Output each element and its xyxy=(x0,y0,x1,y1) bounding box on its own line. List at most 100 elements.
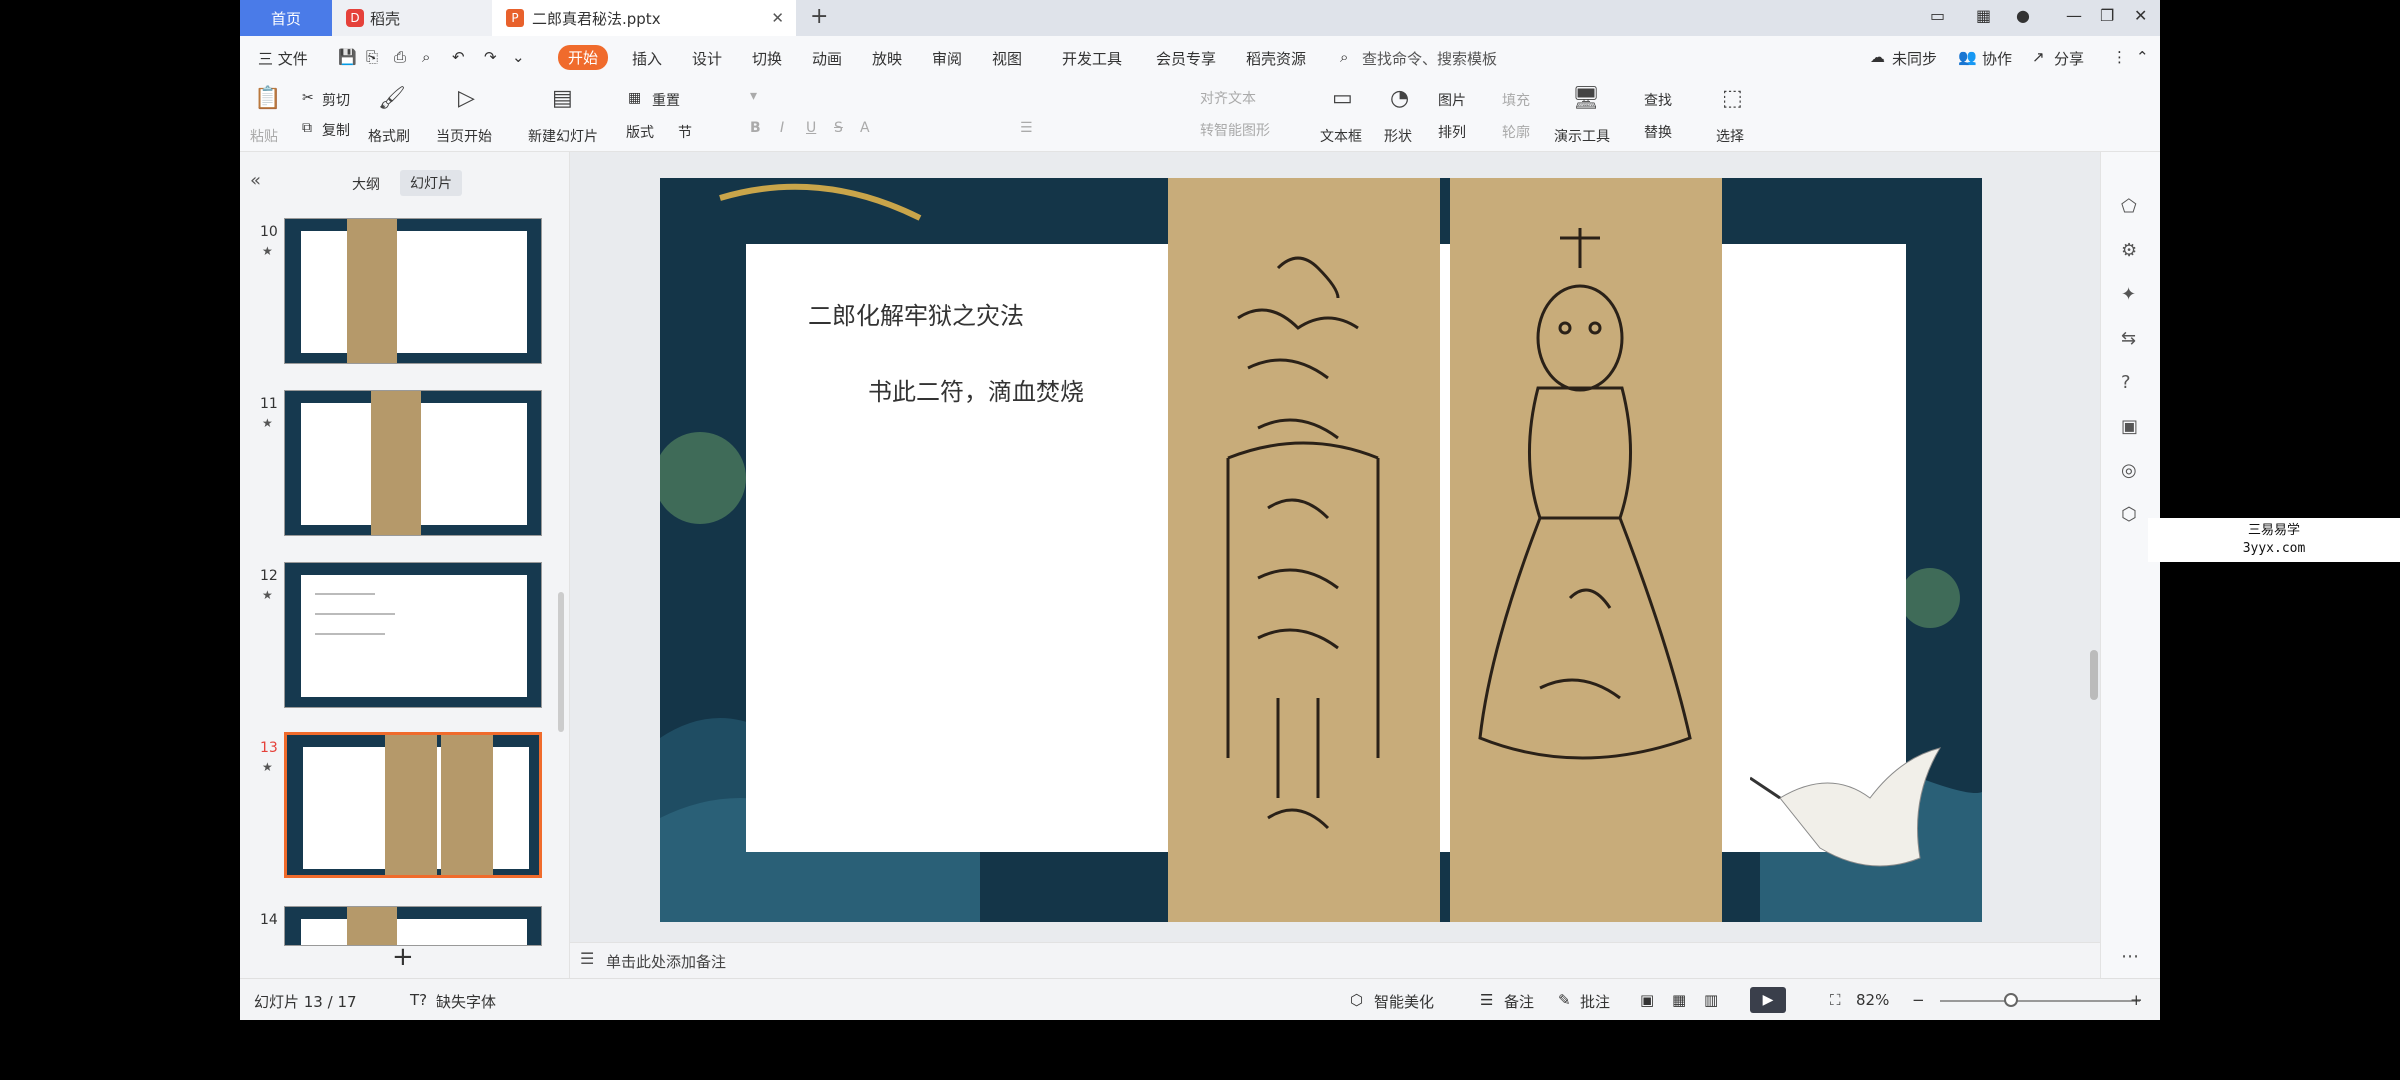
align-left-icon[interactable]: ☰ xyxy=(1020,120,1033,136)
notes-toggle[interactable]: 备注 xyxy=(1504,991,1534,1012)
picture-tools-icon[interactable]: ▣ xyxy=(2121,416,2138,437)
fill-button[interactable]: 填充 xyxy=(1502,90,1530,110)
animation-icon[interactable]: ✦ xyxy=(2121,284,2136,305)
menu-start[interactable]: 开始 xyxy=(558,45,609,70)
collapse-panel-icon[interactable]: « xyxy=(250,170,261,191)
design-icon[interactable]: ⬠ xyxy=(2121,196,2137,217)
slide-thumb-10[interactable] xyxy=(284,218,542,364)
paste-icon[interactable]: 📋 xyxy=(254,86,281,111)
shapes-button[interactable]: 形状 xyxy=(1384,126,1412,146)
grid-apps-icon[interactable]: ▦ xyxy=(1976,6,1991,25)
slide-thumb-14[interactable] xyxy=(284,906,542,946)
zoom-level[interactable]: 82% xyxy=(1856,991,1889,1009)
section-button[interactable]: 节 xyxy=(678,122,692,142)
picture-button[interactable]: 图片 xyxy=(1438,90,1466,110)
talisman-image-left[interactable] xyxy=(1168,178,1440,922)
zoom-slider[interactable] xyxy=(1940,1000,2140,1002)
notes-placeholder[interactable]: 单击此处添加备注 xyxy=(606,951,726,972)
window-close-icon[interactable]: ✕ xyxy=(2134,6,2147,25)
sorter-view-icon[interactable]: ▦ xyxy=(1672,991,1686,1009)
menu-view[interactable]: 视图 xyxy=(992,48,1022,69)
reading-view-icon[interactable]: ▥ xyxy=(1704,991,1718,1009)
find-button[interactable]: 查找 xyxy=(1644,90,1672,110)
transition-icon[interactable]: ⇆ xyxy=(2121,328,2136,349)
talisman-image-right[interactable] xyxy=(1450,178,1722,922)
undo-icon[interactable]: ↶ xyxy=(452,48,465,66)
slide-body-text[interactable]: 书此二符，滴血焚烧 xyxy=(868,372,1084,407)
paste-button[interactable]: 粘贴 xyxy=(250,126,278,146)
slide-thumb-11[interactable] xyxy=(284,390,542,536)
layout-button[interactable]: 版式 xyxy=(626,122,654,142)
presenter-tools-button[interactable]: 演示工具 xyxy=(1554,126,1610,146)
redo-icon[interactable]: ↷ xyxy=(484,48,497,66)
help-icon[interactable]: ? xyxy=(2121,372,2131,393)
new-slide-button[interactable]: 新建幻灯片 xyxy=(528,126,598,146)
menu-transition[interactable]: 切换 xyxy=(752,48,782,69)
slide-title[interactable]: 二郎化解牢狱之灾法 xyxy=(808,296,1024,331)
preview-icon[interactable]: ⌕ xyxy=(422,48,430,66)
missing-font-button[interactable]: 缺失字体 xyxy=(436,991,496,1012)
more-icon[interactable]: ⋮ xyxy=(2112,48,2127,66)
window-layout-icon[interactable]: ▭ xyxy=(1930,6,1945,25)
save-icon[interactable]: 💾 xyxy=(338,48,357,66)
minimize-icon[interactable]: — xyxy=(2066,6,2082,25)
from-current-button[interactable]: 当页开始 xyxy=(436,126,492,146)
close-tab-icon[interactable]: ✕ xyxy=(771,9,784,27)
collab-button[interactable]: 协作 xyxy=(1982,48,2012,69)
select-button[interactable]: 选择 xyxy=(1716,126,1744,146)
export-icon[interactable]: ⎘ xyxy=(366,48,378,66)
command-search[interactable]: 查找命令、搜索模板 xyxy=(1362,48,1497,69)
current-slide[interactable]: 二郎化解牢狱之灾法 书此二符，滴血焚烧 xyxy=(660,178,1982,922)
menu-devtools[interactable]: 开发工具 xyxy=(1062,48,1122,69)
normal-view-icon[interactable]: ▣ xyxy=(1640,991,1654,1009)
zoom-out-icon[interactable]: − xyxy=(1912,991,1925,1009)
menu-resources[interactable]: 稻壳资源 xyxy=(1246,48,1306,69)
canvas-scrollbar[interactable] xyxy=(2090,650,2098,700)
convert-smartart-button[interactable]: 转智能图形 xyxy=(1200,120,1270,140)
more-options-icon[interactable]: ⋯ xyxy=(2121,946,2139,967)
new-tab-icon[interactable]: + xyxy=(810,4,828,29)
menu-slideshow[interactable]: 放映 xyxy=(872,48,902,69)
sync-status[interactable]: 未同步 xyxy=(1892,48,1937,69)
cut-button[interactable]: 剪切 xyxy=(322,90,350,110)
share-button[interactable]: 分享 xyxy=(2054,48,2084,69)
outline-button[interactable]: 轮廓 xyxy=(1502,122,1530,142)
package-icon[interactable]: ⬡ xyxy=(2121,504,2137,525)
font-name-dropdown[interactable]: ▾ xyxy=(750,88,757,104)
menu-member[interactable]: 会员专享 xyxy=(1156,48,1216,69)
tab-home[interactable]: 首页 xyxy=(240,0,332,36)
quick-access-chevron-icon[interactable]: ⌄ xyxy=(512,48,525,66)
menu-review[interactable]: 审阅 xyxy=(932,48,962,69)
align-text-button[interactable]: 对齐文本 xyxy=(1200,88,1256,108)
location-icon[interactable]: ◎ xyxy=(2121,460,2137,481)
avatar[interactable]: ● xyxy=(2016,6,2030,25)
copy-button[interactable]: 复制 xyxy=(322,120,350,140)
zoom-slider-handle[interactable] xyxy=(2004,993,2018,1007)
strikethrough-icon[interactable]: S xyxy=(834,120,843,136)
font-color-icon[interactable]: A xyxy=(860,120,870,136)
notes-pane[interactable]: ☰ 单击此处添加备注 xyxy=(570,942,2100,978)
beautify-button[interactable]: 智能美化 xyxy=(1374,991,1434,1012)
properties-icon[interactable]: ⚙ xyxy=(2121,240,2137,261)
replace-button[interactable]: 替换 xyxy=(1644,122,1672,142)
menu-file[interactable]: 三 文件 xyxy=(258,48,308,69)
menu-insert[interactable]: 插入 xyxy=(632,48,662,69)
reset-button[interactable]: 重置 xyxy=(652,90,680,110)
text-box-button[interactable]: 文本框 xyxy=(1320,126,1362,146)
slides-tab[interactable]: 幻灯片 xyxy=(400,170,462,196)
menu-design[interactable]: 设计 xyxy=(692,48,722,69)
play-slideshow-button[interactable]: ▶ xyxy=(1750,987,1786,1013)
outline-tab[interactable]: 大纲 xyxy=(352,174,380,194)
underline-icon[interactable]: U xyxy=(806,120,816,136)
comments-toggle[interactable]: 批注 xyxy=(1580,991,1610,1012)
format-painter-button[interactable]: 格式刷 xyxy=(368,126,410,146)
print-icon[interactable]: ⎙ xyxy=(394,48,406,66)
menu-animation[interactable]: 动画 xyxy=(812,48,842,69)
collapse-ribbon-icon[interactable]: ⌃ xyxy=(2136,48,2149,66)
slide-thumb-13-selected[interactable] xyxy=(284,732,542,878)
add-slide-icon[interactable]: + xyxy=(392,942,414,972)
tab-daoke[interactable]: D 稻壳 xyxy=(332,0,492,36)
arrange-button[interactable]: 排列 xyxy=(1438,122,1466,142)
panel-scrollbar[interactable] xyxy=(558,592,564,732)
bold-icon[interactable]: B xyxy=(750,120,761,136)
